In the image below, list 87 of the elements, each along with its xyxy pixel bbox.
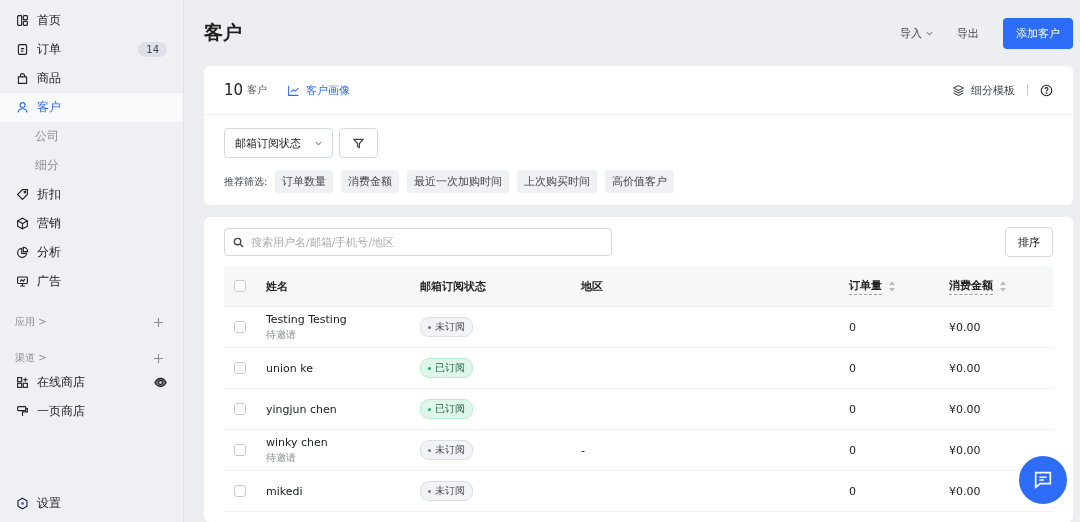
column-header[interactable]: 消费金额 xyxy=(949,277,993,295)
column-header: 邮箱订阅状态 xyxy=(420,278,486,294)
grid-icon xyxy=(16,376,29,389)
tag-icon xyxy=(16,188,29,201)
add-customer-button[interactable]: 添加客户 xyxy=(1003,17,1073,49)
subscription-status: 未订阅 xyxy=(420,481,473,501)
layers-icon xyxy=(952,83,965,97)
sidebar-item[interactable]: 首页 xyxy=(0,6,183,35)
select-all-checkbox[interactable] xyxy=(234,280,246,292)
customer-profile-link[interactable]: 客户画像 xyxy=(287,82,351,98)
row-checkbox[interactable] xyxy=(234,403,246,415)
order-icon xyxy=(16,43,29,56)
row-checkbox[interactable] xyxy=(234,362,246,374)
filter-chip[interactable]: 高价值客户 xyxy=(605,170,675,193)
search-icon xyxy=(233,236,244,248)
sidebar-item[interactable]: 商品 xyxy=(0,64,183,93)
header-action[interactable]: 导入 xyxy=(900,25,933,41)
sidebar-item[interactable]: 一页商店 xyxy=(0,397,183,426)
table-cell: - xyxy=(581,443,585,457)
help-icon[interactable] xyxy=(1040,83,1053,97)
plus-icon[interactable] xyxy=(154,353,163,363)
customer-name[interactable]: union ke xyxy=(266,361,313,375)
segment-template-button[interactable]: 细分模板 xyxy=(952,82,1015,98)
subscription-status: 未订阅 xyxy=(420,317,473,337)
table-cell: ¥0.00 xyxy=(949,484,981,498)
table-cell: ¥0.00 xyxy=(949,443,981,457)
page-title: 客户 xyxy=(204,20,243,45)
filter-icon xyxy=(353,137,364,149)
filter-dropdown[interactable]: 邮箱订阅状态 xyxy=(224,128,333,158)
sidebar-item[interactable]: 营销 xyxy=(0,209,183,238)
sidebar-item[interactable]: 折扣 xyxy=(0,180,183,209)
sidebar-item[interactable]: 订单 14 xyxy=(0,35,183,64)
table-cell: 0 xyxy=(849,484,856,498)
subscription-status: 未订阅 xyxy=(420,440,473,460)
sidebar-item[interactable]: 广告 xyxy=(0,267,183,296)
sidebar-item[interactable]: 在线商店 xyxy=(0,368,183,397)
screen-icon xyxy=(16,275,29,288)
eye-icon[interactable] xyxy=(154,376,167,389)
sidebar-item[interactable]: 客户 xyxy=(0,93,183,122)
invite-status: 待邀请 xyxy=(266,327,296,342)
pie-icon xyxy=(16,246,29,259)
header-action[interactable]: 导出 xyxy=(957,25,979,41)
table-cell: 0 xyxy=(849,320,856,334)
count-unit: 客户 xyxy=(247,83,268,97)
recommend-label: 推荐筛选: xyxy=(224,174,268,189)
brush-icon xyxy=(16,405,29,418)
sort-icon[interactable] xyxy=(999,280,1007,292)
table-cell: 0 xyxy=(849,443,856,457)
subscription-status: 已订阅 xyxy=(420,399,473,419)
table-cell: 0 xyxy=(849,402,856,416)
sidebar-item[interactable]: 设置 xyxy=(0,489,183,518)
cube-icon xyxy=(16,217,29,230)
sort-icon[interactable] xyxy=(888,280,896,292)
bag-icon xyxy=(16,72,29,85)
table-cell: ¥0.00 xyxy=(949,361,981,375)
user-icon xyxy=(16,101,29,114)
search-field[interactable]: 搜索用户名/邮箱/手机号/地区 xyxy=(224,228,612,256)
sort-button[interactable]: 排序 xyxy=(1005,227,1053,257)
table-cell: 0 xyxy=(849,361,856,375)
filter-button[interactable] xyxy=(339,128,378,158)
row-checkbox[interactable] xyxy=(234,444,246,456)
subscription-status: 已订阅 xyxy=(420,358,473,378)
invite-status: 待邀请 xyxy=(266,450,296,465)
filter-chip[interactable]: 消费金额 xyxy=(341,170,400,193)
filter-chip[interactable]: 最近一次加购时间 xyxy=(407,170,510,193)
row-checkbox[interactable] xyxy=(234,321,246,333)
row-checkbox[interactable] xyxy=(234,485,246,497)
home-icon xyxy=(16,14,29,27)
customer-name[interactable]: yingjun chen xyxy=(266,402,337,416)
gear-icon xyxy=(16,497,29,510)
line-chart-icon xyxy=(287,83,301,97)
filter-chip[interactable]: 上次购买时间 xyxy=(517,170,598,193)
customer-name[interactable]: Testing Testing xyxy=(266,312,347,326)
chat-icon xyxy=(1032,469,1054,491)
column-header[interactable]: 订单量 xyxy=(849,277,882,295)
table-cell: ¥0.00 xyxy=(949,402,981,416)
customer-count: 10 xyxy=(224,81,244,99)
count-badge: 14 xyxy=(138,42,167,57)
column-header: 姓名 xyxy=(266,278,288,294)
plus-icon[interactable] xyxy=(154,317,163,327)
customer-name[interactable]: mikedi xyxy=(266,484,303,498)
sidebar-item[interactable]: 分析 xyxy=(0,238,183,267)
column-header: 地区 xyxy=(581,278,603,294)
table-cell: ¥0.00 xyxy=(949,320,981,334)
filter-chip[interactable]: 订单数量 xyxy=(275,170,334,193)
customer-name[interactable]: winky chen xyxy=(266,435,328,449)
chevron-down-icon xyxy=(315,139,322,147)
